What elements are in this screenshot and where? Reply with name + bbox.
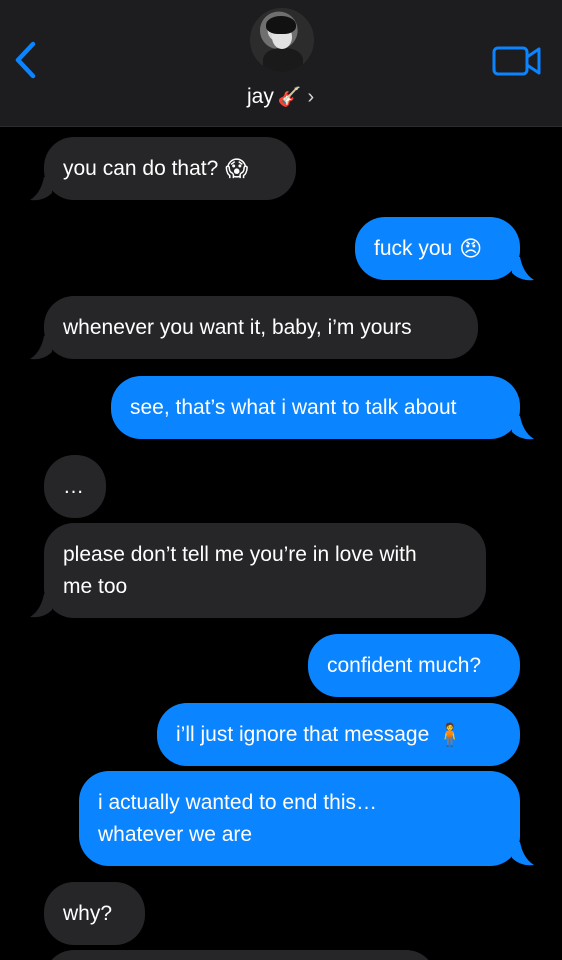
incoming-bubble-tail bbox=[30, 336, 52, 360]
message-text: please don’t tell me you’re in love with… bbox=[63, 542, 417, 598]
scream-emoji: 😱 bbox=[225, 155, 249, 181]
outgoing-message[interactable]: i actually wanted to end this… whatever … bbox=[79, 771, 520, 866]
video-camera-icon bbox=[492, 46, 541, 76]
message-text: see, that’s what i want to talk about bbox=[130, 395, 457, 419]
incoming-message-partial[interactable] bbox=[44, 950, 436, 960]
chevron-left-icon bbox=[15, 41, 36, 79]
outgoing-message[interactable]: fuck you 😠 bbox=[355, 217, 520, 280]
message-text: confident much? bbox=[327, 653, 482, 677]
conversation-header: jay 🎸 › bbox=[0, 0, 562, 127]
outgoing-bubble-tail bbox=[512, 257, 534, 281]
outgoing-bubble-tail bbox=[512, 842, 534, 866]
outgoing-bubble-tail bbox=[512, 416, 534, 440]
incoming-message[interactable]: whenever you want it, baby, i’m yours bbox=[44, 296, 478, 359]
incoming-message[interactable]: … bbox=[44, 455, 106, 518]
video-call-button[interactable] bbox=[492, 44, 542, 78]
message-list[interactable]: you can do that? 😱 fuck you 😠 whenever y… bbox=[0, 127, 562, 960]
contact-name: jay bbox=[247, 85, 274, 108]
incoming-bubble-tail bbox=[30, 594, 52, 618]
message-text: i actually wanted to end this… whatever … bbox=[98, 790, 377, 846]
standing-person-emoji: 🧍 bbox=[436, 721, 464, 747]
guitar-emoji: 🎸 bbox=[277, 87, 302, 108]
contact-name-button[interactable]: jay 🎸 › bbox=[247, 83, 314, 111]
message-text: you can do that? bbox=[63, 156, 219, 180]
incoming-message[interactable]: why? bbox=[44, 882, 145, 945]
chevron-right-icon: › bbox=[307, 85, 315, 108]
incoming-message[interactable]: please don’t tell me you’re in love with… bbox=[44, 523, 486, 618]
message-text: … bbox=[63, 474, 84, 498]
angry-emoji: 😠 bbox=[459, 235, 483, 261]
message-text: why? bbox=[63, 901, 113, 925]
message-text: fuck you bbox=[374, 236, 453, 260]
outgoing-message[interactable]: see, that’s what i want to talk about bbox=[111, 376, 520, 439]
outgoing-message[interactable]: confident much? bbox=[308, 634, 520, 697]
outgoing-message[interactable]: i’ll just ignore that message 🧍 bbox=[157, 703, 520, 766]
avatar[interactable] bbox=[250, 8, 314, 72]
message-text: whenever you want it, baby, i’m yours bbox=[63, 315, 412, 339]
incoming-bubble-tail bbox=[30, 177, 52, 201]
message-text: i’ll just ignore that message bbox=[176, 722, 430, 746]
incoming-message[interactable]: you can do that? 😱 bbox=[44, 137, 296, 200]
back-button[interactable] bbox=[10, 40, 42, 80]
